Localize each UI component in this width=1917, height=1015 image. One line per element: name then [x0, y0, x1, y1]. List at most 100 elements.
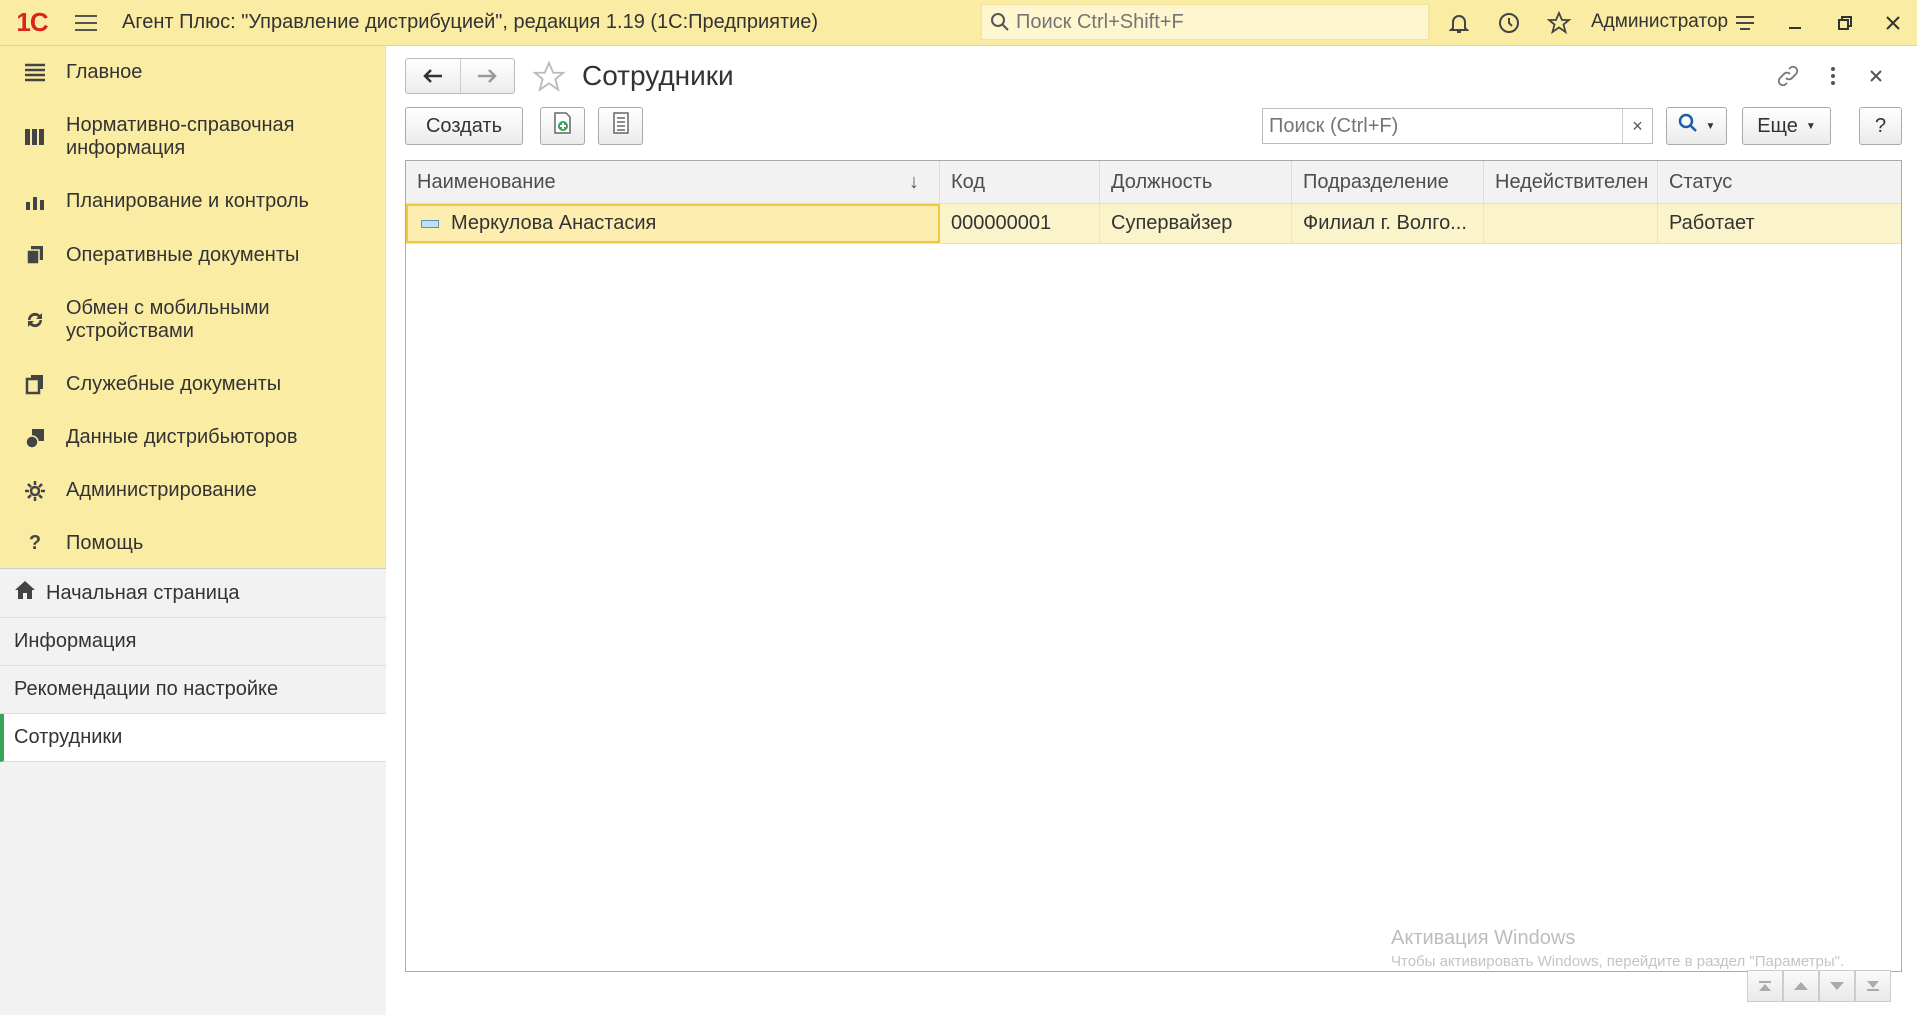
open-window-label: Сотрудники	[14, 726, 123, 748]
open-windows-list: Начальная страница Информация Рекомендац…	[0, 568, 386, 1015]
search-icon	[1678, 113, 1698, 139]
cell-code[interactable]: 000000001	[940, 204, 1100, 243]
catalog-icon	[22, 124, 48, 150]
section-distributor-data[interactable]: Данные дистрибьюторов	[0, 411, 385, 464]
scroll-to-top-icon[interactable]	[1747, 970, 1783, 1002]
back-arrow-icon[interactable]	[406, 59, 461, 93]
help-button[interactable]: ?	[1859, 107, 1902, 145]
open-window-information[interactable]: Информация	[0, 618, 386, 666]
forward-arrow-icon[interactable]	[461, 59, 515, 93]
documents-icon	[22, 242, 48, 268]
section-label: Данные дистрибьюторов	[66, 426, 298, 448]
scroll-down-icon[interactable]	[1819, 970, 1855, 1002]
copy-button[interactable]	[540, 107, 585, 145]
cell-status[interactable]: Работает	[1658, 204, 1901, 243]
open-window-label: Начальная страница	[46, 581, 240, 604]
home-icon	[14, 580, 36, 606]
scroll-to-bottom-icon[interactable]	[1855, 970, 1891, 1002]
open-window-employees[interactable]: Сотрудники	[0, 714, 386, 762]
navigation-buttons	[405, 58, 515, 94]
section-mobile-exchange[interactable]: Обмен с мобильными устройствами	[0, 282, 385, 357]
column-header-name[interactable]: Наименование ↓	[406, 161, 940, 203]
global-search-field[interactable]	[981, 4, 1429, 40]
section-label: Администрирование	[66, 479, 257, 501]
search-clear-button[interactable]: ×	[1622, 109, 1652, 143]
windows-activation-title: Активация Windows	[1391, 927, 1576, 949]
section-label: Помощь	[66, 532, 144, 554]
main-menu-icon[interactable]	[64, 0, 108, 46]
section-label: Планирование и контроль	[66, 190, 309, 212]
gear-icon	[22, 478, 48, 504]
section-label: Служебные документы	[66, 372, 282, 395]
settings-lines-icon[interactable]	[1730, 8, 1760, 38]
catalog-item-icon	[421, 219, 439, 228]
add-copy-icon	[552, 111, 574, 141]
service-docs-icon	[22, 371, 48, 397]
sections-panel: Главное Нормативно-справочная информация…	[0, 46, 386, 1015]
section-main[interactable]: Главное	[0, 46, 385, 99]
cell-invalid[interactable]	[1484, 204, 1658, 243]
windows-activation-hint: Чтобы активировать Windows, перейдите в …	[1391, 953, 1845, 970]
link-icon[interactable]	[1774, 62, 1802, 90]
distributor-icon	[22, 425, 48, 451]
favorite-star-icon[interactable]	[531, 60, 567, 100]
create-button[interactable]: Создать	[405, 107, 523, 145]
history-icon[interactable]	[1494, 8, 1524, 38]
table-row[interactable]: Меркулова Анастасия 000000001 Супервайзе…	[406, 204, 1901, 244]
open-window-setup-recommendations[interactable]: Рекомендации по настройке	[0, 666, 386, 714]
help-icon: ?	[28, 532, 42, 554]
scroll-up-icon[interactable]	[1783, 970, 1819, 1002]
more-button[interactable]: Еще ▼	[1742, 107, 1831, 145]
global-search-input[interactable]	[1016, 10, 1416, 34]
search-options-button[interactable]: ▼	[1666, 107, 1727, 145]
restore-icon[interactable]	[1830, 8, 1860, 38]
cell-text: Меркулова Анастасия	[451, 212, 657, 234]
bell-icon[interactable]	[1444, 8, 1474, 38]
open-window-home[interactable]: Начальная страница	[0, 569, 386, 618]
section-label: Нормативно-справочная информация	[66, 114, 295, 159]
section-operational-docs[interactable]: Оперативные документы	[0, 228, 385, 282]
section-reference-info[interactable]: Нормативно-справочная информация	[0, 99, 385, 175]
table-header: Наименование ↓ Код Должность Подразделен…	[406, 161, 1901, 204]
list-scroll-buttons	[1747, 970, 1891, 1002]
column-label: Наименование	[417, 170, 556, 193]
column-header-invalid[interactable]: Недействителен	[1484, 161, 1658, 203]
sync-icon	[22, 307, 48, 333]
column-header-position[interactable]: Должность	[1100, 161, 1292, 203]
sort-desc-icon: ↓	[909, 171, 919, 193]
section-help[interactable]: ? Помощь	[0, 517, 385, 570]
section-label: Главное	[66, 61, 143, 83]
open-window-label: Информация	[14, 630, 137, 652]
column-header-status[interactable]: Статус	[1658, 161, 1901, 203]
open-window-label: Рекомендации по настройке	[14, 678, 279, 700]
list-view-button[interactable]	[598, 107, 643, 145]
cell-department[interactable]: Филиал г. Волго...	[1292, 204, 1484, 243]
more-vertical-icon[interactable]	[1819, 62, 1847, 90]
cell-position[interactable]: Супервайзер	[1100, 204, 1292, 243]
chart-icon	[22, 189, 48, 215]
column-header-code[interactable]: Код	[940, 161, 1100, 203]
cell-name[interactable]: Меркулова Анастасия	[406, 204, 940, 243]
section-label: Оперативные документы	[66, 243, 300, 266]
section-administration[interactable]: Администрирование	[0, 464, 385, 517]
list-search-input[interactable]	[1263, 114, 1622, 138]
employees-form: Сотрудники Создать × ▼ Еще ▼ ? Наименова…	[387, 46, 1917, 1015]
list-search-field[interactable]: ×	[1262, 108, 1653, 144]
user-name[interactable]: Администратор	[1591, 11, 1728, 33]
minimize-icon[interactable]	[1780, 8, 1810, 38]
section-service-docs[interactable]: Служебные документы	[0, 357, 385, 411]
section-planning[interactable]: Планирование и контроль	[0, 175, 385, 228]
1c-logo[interactable]: 1С	[0, 0, 64, 46]
close-app-icon[interactable]	[1878, 8, 1908, 38]
more-label: Еще	[1757, 114, 1798, 137]
close-form-icon[interactable]	[1862, 62, 1890, 90]
chevron-down-icon: ▼	[1705, 120, 1716, 132]
chevron-down-icon: ▼	[1805, 120, 1816, 132]
section-label: Обмен с мобильными устройствами	[66, 296, 270, 342]
favorites-star-icon[interactable]	[1544, 8, 1574, 38]
list-icon	[612, 112, 630, 140]
search-icon	[991, 13, 1009, 31]
page-title: Сотрудники	[582, 60, 734, 91]
app-title: Агент Плюс: "Управление дистрибуцией", р…	[122, 11, 819, 33]
column-header-department[interactable]: Подразделение	[1292, 161, 1484, 203]
